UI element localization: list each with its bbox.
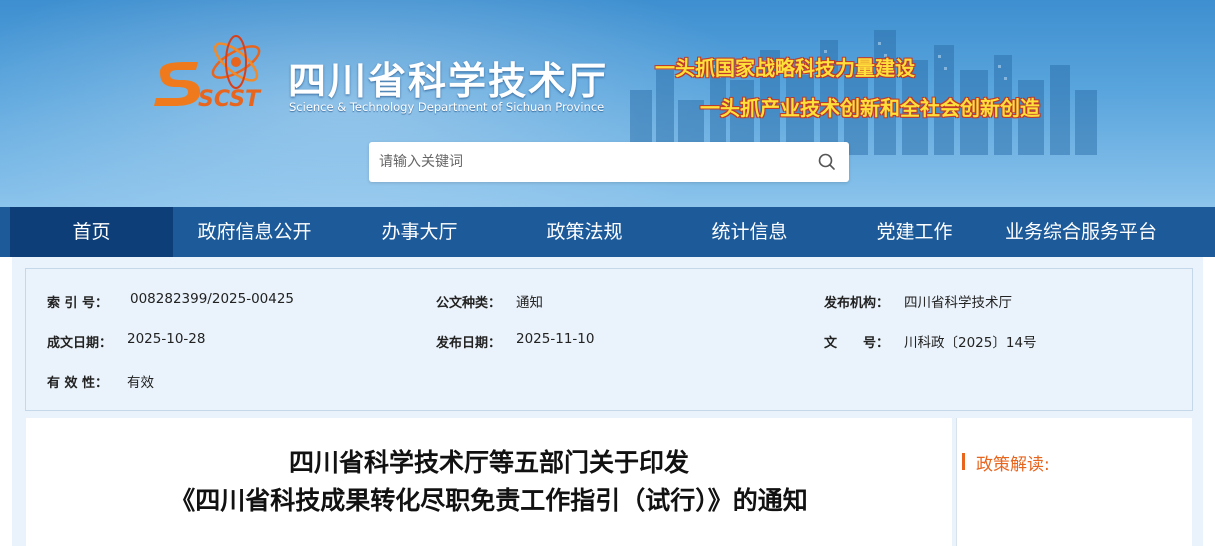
search-input[interactable] <box>369 142 799 182</box>
city-skyline-image <box>630 30 1097 155</box>
nav-home[interactable]: 首页 <box>10 207 173 257</box>
svg-text:SCST: SCST <box>198 87 262 112</box>
policy-interpretation-heading[interactable]: 政策解读: <box>976 450 1050 475</box>
published-date-value: 2025-11-10 <box>516 331 595 347</box>
published-date-label: 发布日期： <box>436 336 502 351</box>
sidebar-accent-bar <box>962 453 965 470</box>
sidebar-panel <box>956 418 1192 546</box>
search-box <box>369 142 849 182</box>
doc-number-label: 文 号： <box>824 336 890 351</box>
header-banner: SCST 四川省科学技术厅 Science & Technology Depar… <box>0 0 1215 207</box>
main-nav: 首页 政府信息公开 办事大厅 政策法规 统计信息 党建工作 业务综合服务平台 <box>0 207 1215 257</box>
scst-logo: SCST <box>154 35 262 112</box>
nav-gov-info[interactable]: 政府信息公开 <box>173 207 336 257</box>
article-title-line-2: 《四川省科技成果转化尽职免责工作指引（试行）》的通知 <box>170 486 808 515</box>
document-metadata: 索 引 号： 008282399/2025-00425 公文种类： 通知 发布机… <box>25 268 1193 411</box>
type-label: 公文种类： <box>436 296 502 311</box>
doc-number-value: 川科政〔2025〕14号 <box>904 335 1037 351</box>
site-name: 四川省科学技术厅 <box>288 59 609 103</box>
nav-statistics[interactable]: 统计信息 <box>668 207 831 257</box>
issuer-value: 四川省科学技术厅 <box>904 295 1012 311</box>
slogan-line-2: 一头抓产业技术创新和全社会创新创造 <box>700 96 1040 120</box>
created-date-value: 2025-10-28 <box>127 331 206 347</box>
article-title-line-1: 四川省科学技术厅等五部门关于印发 <box>288 448 689 477</box>
created-date-label: 成文日期： <box>47 336 113 351</box>
nav-policies[interactable]: 政策法规 <box>503 207 666 257</box>
search-button[interactable] <box>815 150 839 174</box>
nav-party-work[interactable]: 党建工作 <box>833 207 996 257</box>
issuer-label: 发布机构： <box>824 296 890 311</box>
nav-service-hall[interactable]: 办事大厅 <box>338 207 501 257</box>
index-value: 008282399/2025-00425 <box>130 291 295 307</box>
nav-service-platform[interactable]: 业务综合服务平台 <box>996 207 1166 257</box>
search-icon <box>818 153 835 170</box>
validity-value: 有效 <box>127 375 154 391</box>
index-label: 索 引 号： <box>47 296 109 311</box>
type-value: 通知 <box>516 295 543 311</box>
validity-label: 有 效 性： <box>47 376 109 391</box>
slogan-line-1: 一头抓国家战略科技力量建设 <box>655 56 915 80</box>
site-name-english: Science & Technology Department of Sichu… <box>289 100 605 114</box>
